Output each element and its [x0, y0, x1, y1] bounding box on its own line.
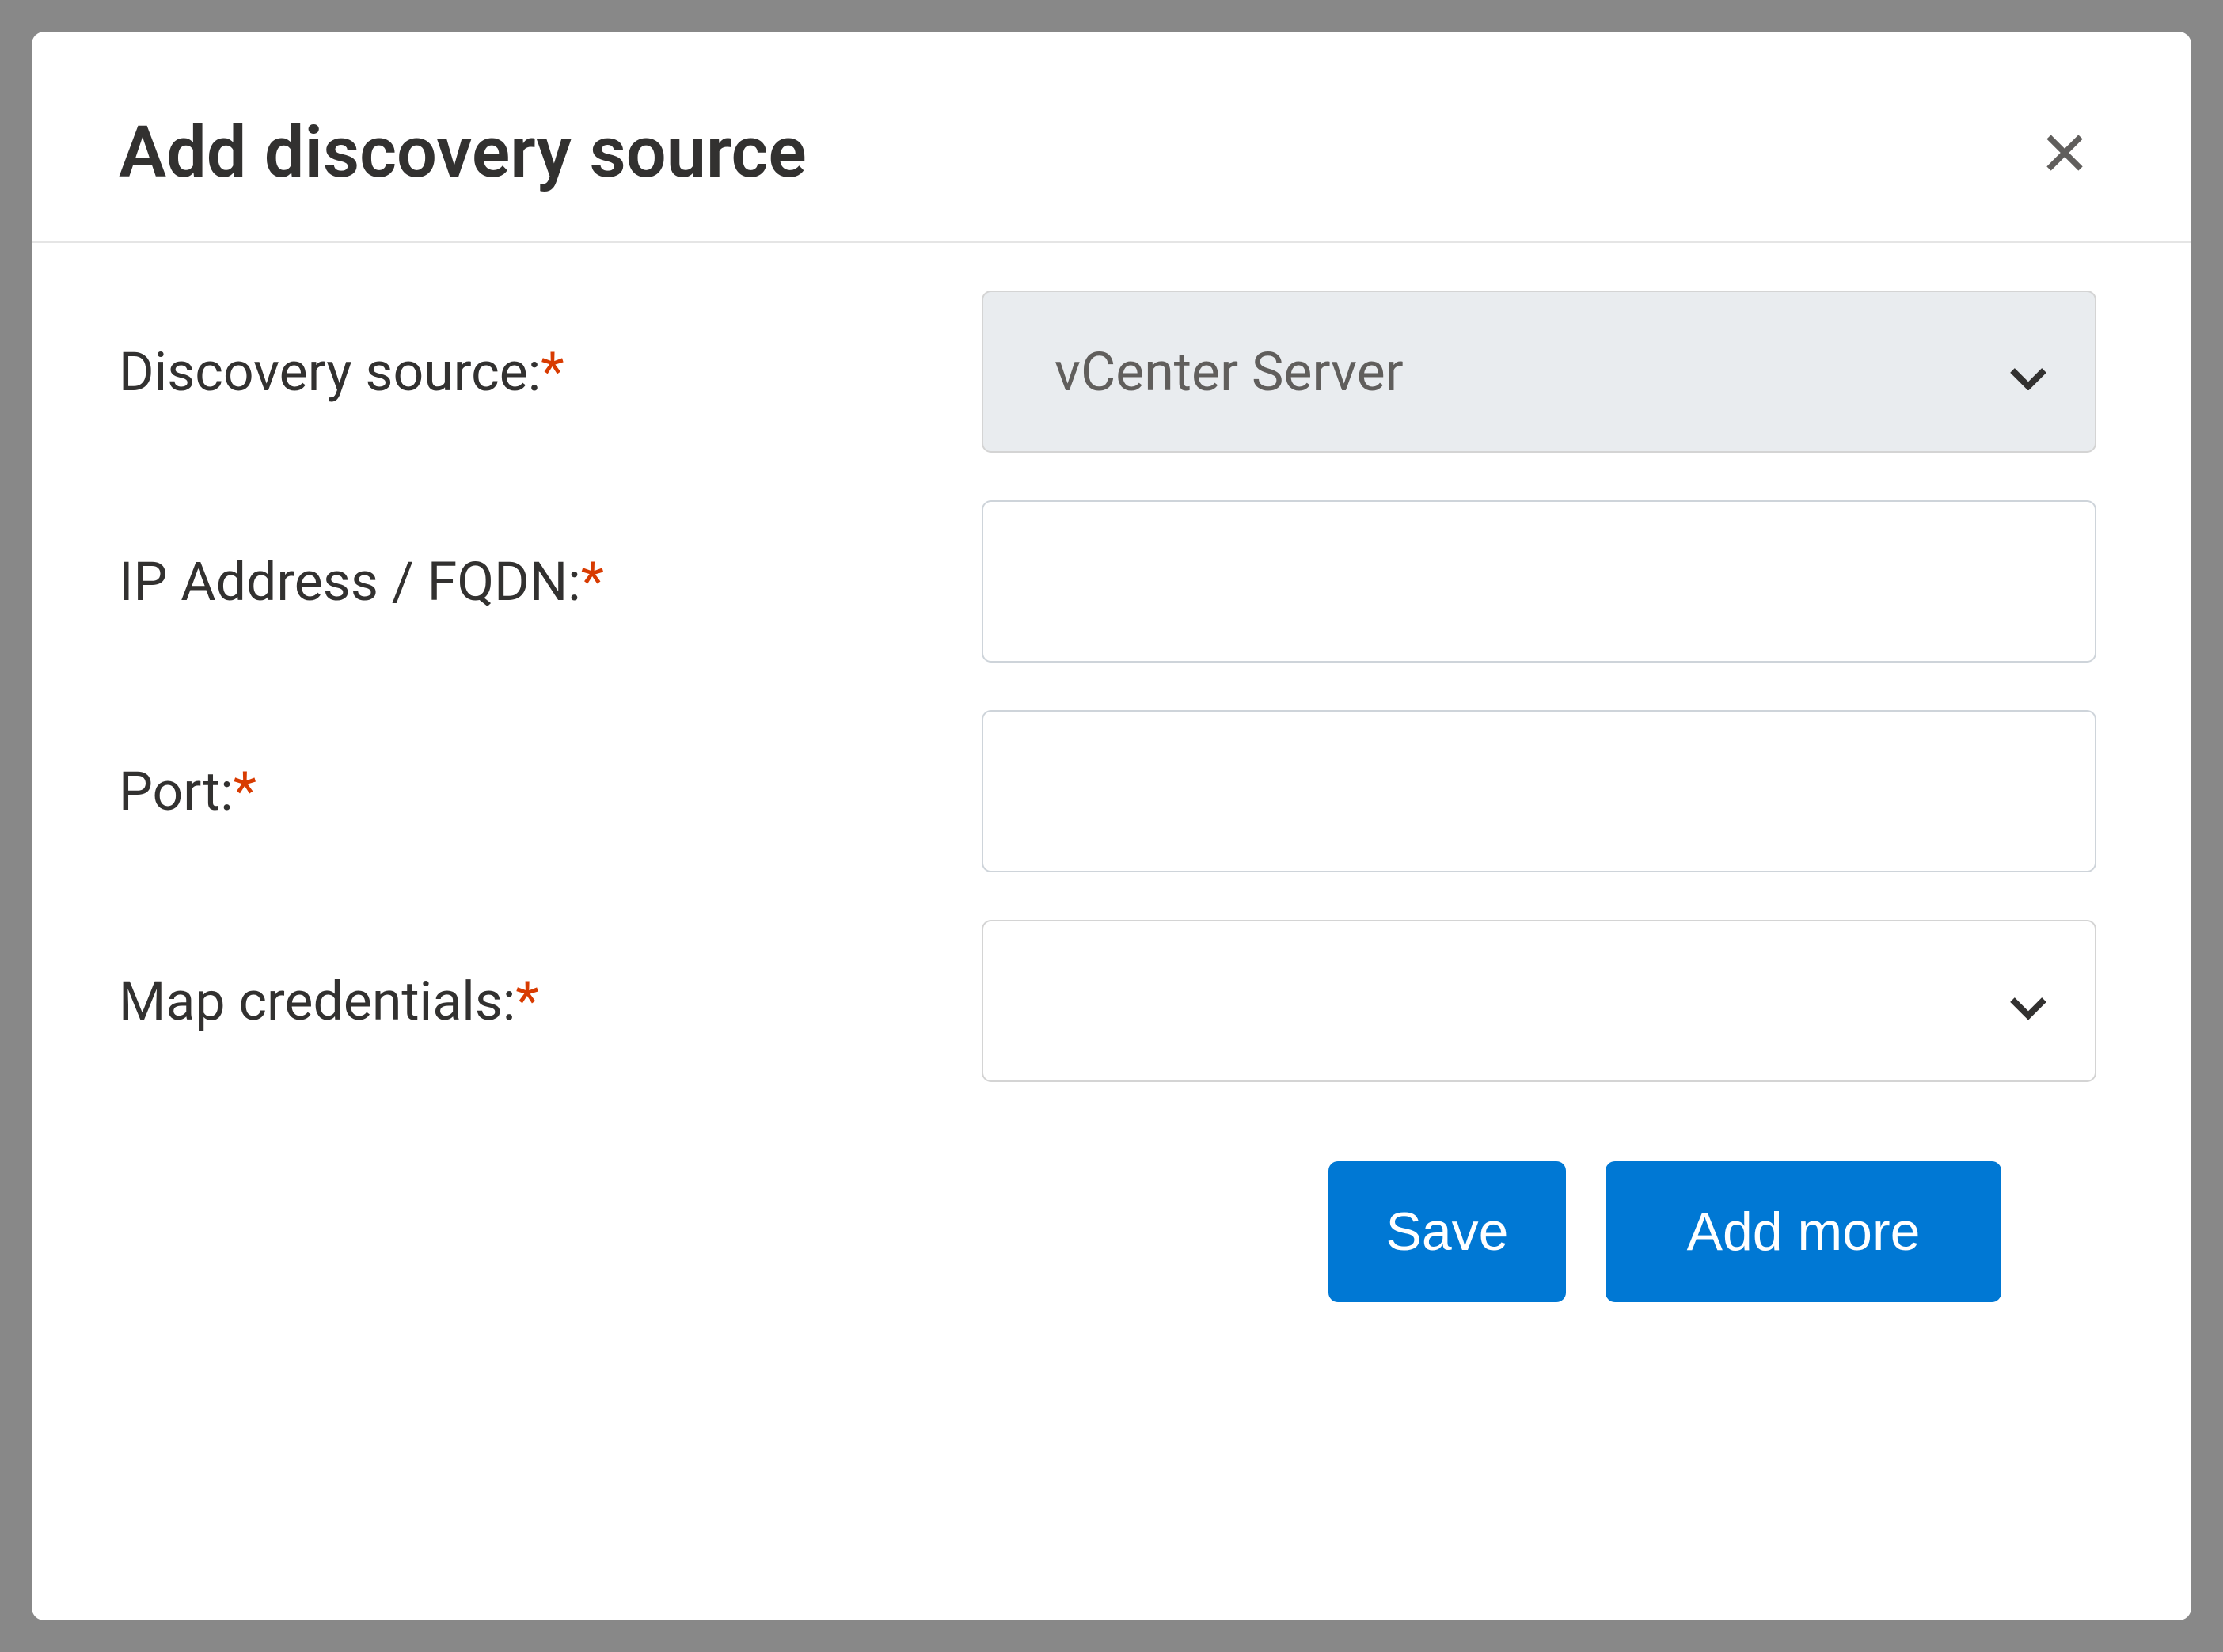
ip-address-label: IP Address / FQDN:*	[119, 550, 982, 613]
map-credentials-select[interactable]	[982, 920, 2096, 1082]
map-credentials-label: Map credentials:*	[119, 970, 982, 1033]
port-label: Port:*	[119, 760, 982, 823]
discovery-source-label: Discovery source:*	[119, 340, 982, 404]
discovery-source-value: vCenter Server	[1054, 340, 1404, 404]
required-marker: *	[234, 760, 256, 823]
map-credentials-row: Map credentials:*	[119, 920, 2096, 1082]
discovery-source-row: Discovery source:* vCenter Server	[119, 291, 2096, 453]
port-input[interactable]	[982, 710, 2096, 872]
ip-address-row: IP Address / FQDN:*	[119, 500, 2096, 663]
required-marker: *	[581, 550, 604, 613]
chevron-down-icon	[2009, 340, 2047, 404]
close-button[interactable]	[2033, 121, 2096, 184]
add-more-button[interactable]: Add more	[1606, 1161, 2001, 1302]
modal-title: Add discovery source	[119, 111, 807, 194]
close-icon	[2041, 129, 2088, 177]
save-button[interactable]: Save	[1328, 1161, 1566, 1302]
port-row: Port:*	[119, 710, 2096, 872]
chevron-down-icon	[2009, 970, 2047, 1033]
modal-body: Discovery source:* vCenter Server IP Add…	[32, 243, 2191, 1620]
ip-address-input[interactable]	[982, 500, 2096, 663]
add-discovery-source-modal: Add discovery source Discovery source:* …	[32, 32, 2191, 1620]
required-marker: *	[541, 340, 564, 404]
modal-footer: Save Add more	[119, 1130, 2096, 1397]
modal-header: Add discovery source	[32, 32, 2191, 243]
discovery-source-select[interactable]: vCenter Server	[982, 291, 2096, 453]
required-marker: *	[515, 970, 538, 1033]
